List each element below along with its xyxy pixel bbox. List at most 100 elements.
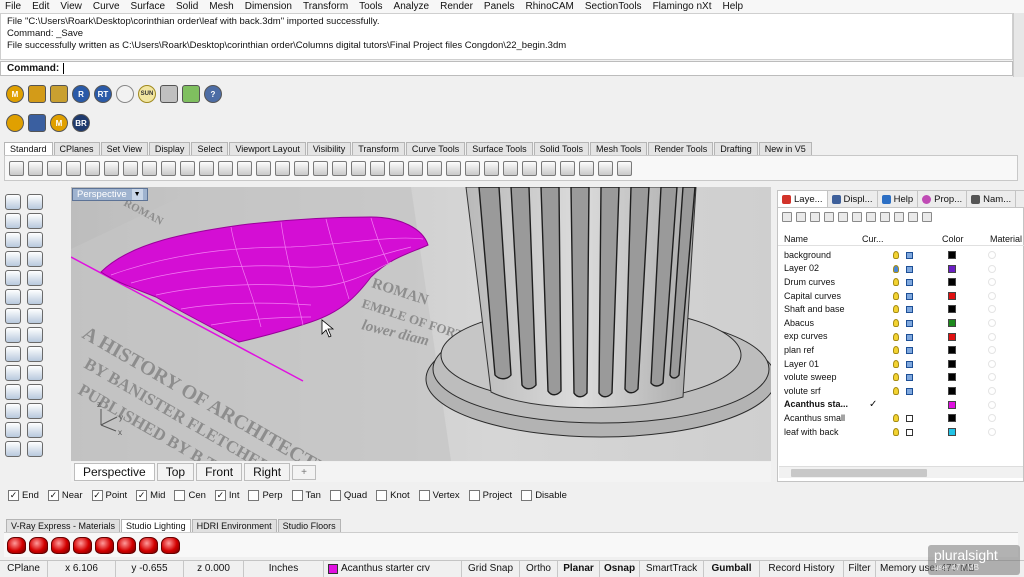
layer-color-swatch[interactable]	[948, 332, 956, 341]
tag-icon[interactable]	[50, 85, 68, 103]
ghosted-icon[interactable]	[560, 160, 575, 176]
osnap-checkbox[interactable]	[418, 489, 430, 501]
copy-layer-icon[interactable]	[894, 212, 904, 222]
tab-solid-tools[interactable]: Solid Tools	[533, 142, 589, 155]
layer-row[interactable]: Acanthus small	[778, 411, 1024, 425]
visibility-bulb-icon[interactable]	[893, 319, 899, 327]
cut-icon[interactable]	[104, 160, 119, 176]
gear-icon[interactable]	[598, 160, 613, 176]
rendered-icon[interactable]	[541, 160, 556, 176]
line-icon[interactable]	[5, 213, 21, 229]
tab-help[interactable]: Help	[878, 191, 919, 207]
material-teapot-icon[interactable]	[29, 536, 48, 554]
layer-row[interactable]: leaf with back	[778, 425, 1024, 439]
text-icon[interactable]	[27, 327, 43, 343]
material-swatch[interactable]	[988, 359, 996, 368]
light-icon[interactable]	[116, 85, 134, 103]
rhinocam-icon[interactable]: M	[6, 85, 24, 103]
undo-icon[interactable]	[161, 160, 176, 176]
osnap-end[interactable]: ✓ End	[8, 489, 39, 501]
layer-row[interactable]: plan ref	[778, 343, 1024, 357]
layer-row[interactable]: Layer 01	[778, 357, 1024, 371]
perspective-viewport[interactable]: A HISTORY OF ARCHITECTURE ON THE CO BY B…	[71, 187, 771, 461]
rhinocam-mill-icon[interactable]: M	[50, 114, 68, 132]
layer-color-swatch[interactable]	[948, 359, 956, 368]
material-swatch[interactable]	[988, 278, 996, 287]
status-grid-snap[interactable]: Grid Snap	[462, 560, 520, 577]
status-ortho[interactable]: Ortho	[520, 560, 558, 577]
status-units[interactable]: Inches	[244, 560, 324, 577]
osnap-quad[interactable]: Quad	[329, 489, 367, 501]
history-scrollbar[interactable]	[1013, 13, 1024, 77]
add-viewport-tab[interactable]: +	[292, 464, 316, 480]
rectangle-icon[interactable]	[5, 251, 21, 267]
osnap-knot[interactable]: Knot	[376, 489, 410, 501]
menu-solid[interactable]: Solid	[176, 1, 198, 12]
lock-icon[interactable]	[906, 252, 913, 259]
gear-icon[interactable]	[6, 114, 24, 132]
layer-color-swatch[interactable]	[948, 346, 956, 355]
lock-icon[interactable]	[906, 428, 913, 436]
visibility-bulb-icon[interactable]	[893, 332, 899, 341]
render-tab[interactable]: HDRI Environment	[191, 519, 277, 532]
layer-icon[interactable]	[389, 160, 404, 176]
new-sublayer-icon[interactable]	[796, 212, 806, 222]
osnap-perp[interactable]: Perp	[248, 489, 283, 501]
lock-icon[interactable]	[906, 306, 913, 314]
layer-row[interactable]: Shaft and base	[778, 302, 1024, 316]
osnap-checkbox[interactable]: ✓	[136, 489, 148, 501]
menu-view[interactable]: View	[60, 1, 82, 12]
new-icon[interactable]	[9, 160, 24, 176]
current-layer-check-icon[interactable]: ✓	[869, 399, 877, 410]
material-swatch[interactable]	[988, 427, 996, 436]
copy-icon[interactable]	[5, 403, 21, 419]
tab-viewport-layout[interactable]: Viewport Layout	[229, 142, 306, 155]
osnap-checkbox[interactable]	[291, 489, 303, 501]
osnap-vertex[interactable]: Vertex	[418, 489, 460, 501]
osnap-tan[interactable]: Tan	[291, 489, 321, 501]
lock-icon[interactable]	[906, 265, 913, 273]
select-icon[interactable]	[332, 160, 347, 176]
tab-named-views[interactable]: Nam...	[967, 191, 1017, 207]
tools-icon[interactable]	[908, 212, 918, 222]
zoom-selected-icon[interactable]	[275, 160, 290, 176]
realtime-icon[interactable]: RT	[94, 85, 112, 103]
ground-icon[interactable]	[160, 85, 178, 103]
light-icon[interactable]	[427, 160, 442, 176]
status-filter[interactable]: Filter	[844, 560, 876, 577]
sweep-icon[interactable]	[27, 289, 43, 305]
status-smarttrack[interactable]: SmartTrack	[640, 560, 704, 577]
visibility-bulb-icon[interactable]	[893, 305, 899, 314]
curve-icon[interactable]	[5, 270, 21, 286]
menu-curve[interactable]: Curve	[93, 1, 120, 12]
move-down-icon[interactable]	[838, 212, 848, 222]
tab-properties[interactable]: Prop...	[918, 191, 968, 207]
tab-cplanes[interactable]: CPlanes	[53, 142, 100, 155]
menu-flamingo-nxt[interactable]: Flamingo nXt	[653, 1, 712, 12]
material-teapot-icon[interactable]	[7, 536, 26, 554]
command-line[interactable]: Command:	[0, 61, 1013, 76]
paste-icon[interactable]	[142, 160, 157, 176]
visibility-bulb-icon[interactable]	[893, 414, 899, 423]
pan-icon[interactable]	[180, 160, 195, 176]
save-icon[interactable]	[47, 160, 62, 176]
visibility-bulb-icon[interactable]	[893, 264, 899, 273]
tab-mesh-tools[interactable]: Mesh Tools	[589, 142, 648, 155]
material-teapot-icon[interactable]	[117, 536, 136, 554]
zoom-window-icon[interactable]	[237, 160, 252, 176]
layer-row[interactable]: Drum curves	[778, 275, 1024, 289]
viewport-menu-arrow-icon[interactable]: ▼	[131, 189, 143, 200]
menu-transform[interactable]: Transform	[303, 1, 348, 12]
shaded-icon[interactable]	[522, 160, 537, 176]
layer-row[interactable]: volute srf	[778, 384, 1024, 398]
menu-dimension[interactable]: Dimension	[245, 1, 292, 12]
material-teapot-icon[interactable]	[51, 536, 70, 554]
tab-top[interactable]: Top	[156, 463, 195, 481]
osnap-checkbox[interactable]: ✓	[47, 489, 59, 501]
material-swatch[interactable]	[988, 264, 996, 273]
move-left-icon[interactable]	[852, 212, 862, 222]
lock-icon[interactable]	[906, 279, 913, 287]
menu-mesh[interactable]: Mesh	[209, 1, 233, 12]
osnap-point[interactable]: ✓ Point	[91, 489, 127, 501]
menu-tools[interactable]: Tools	[359, 1, 382, 12]
